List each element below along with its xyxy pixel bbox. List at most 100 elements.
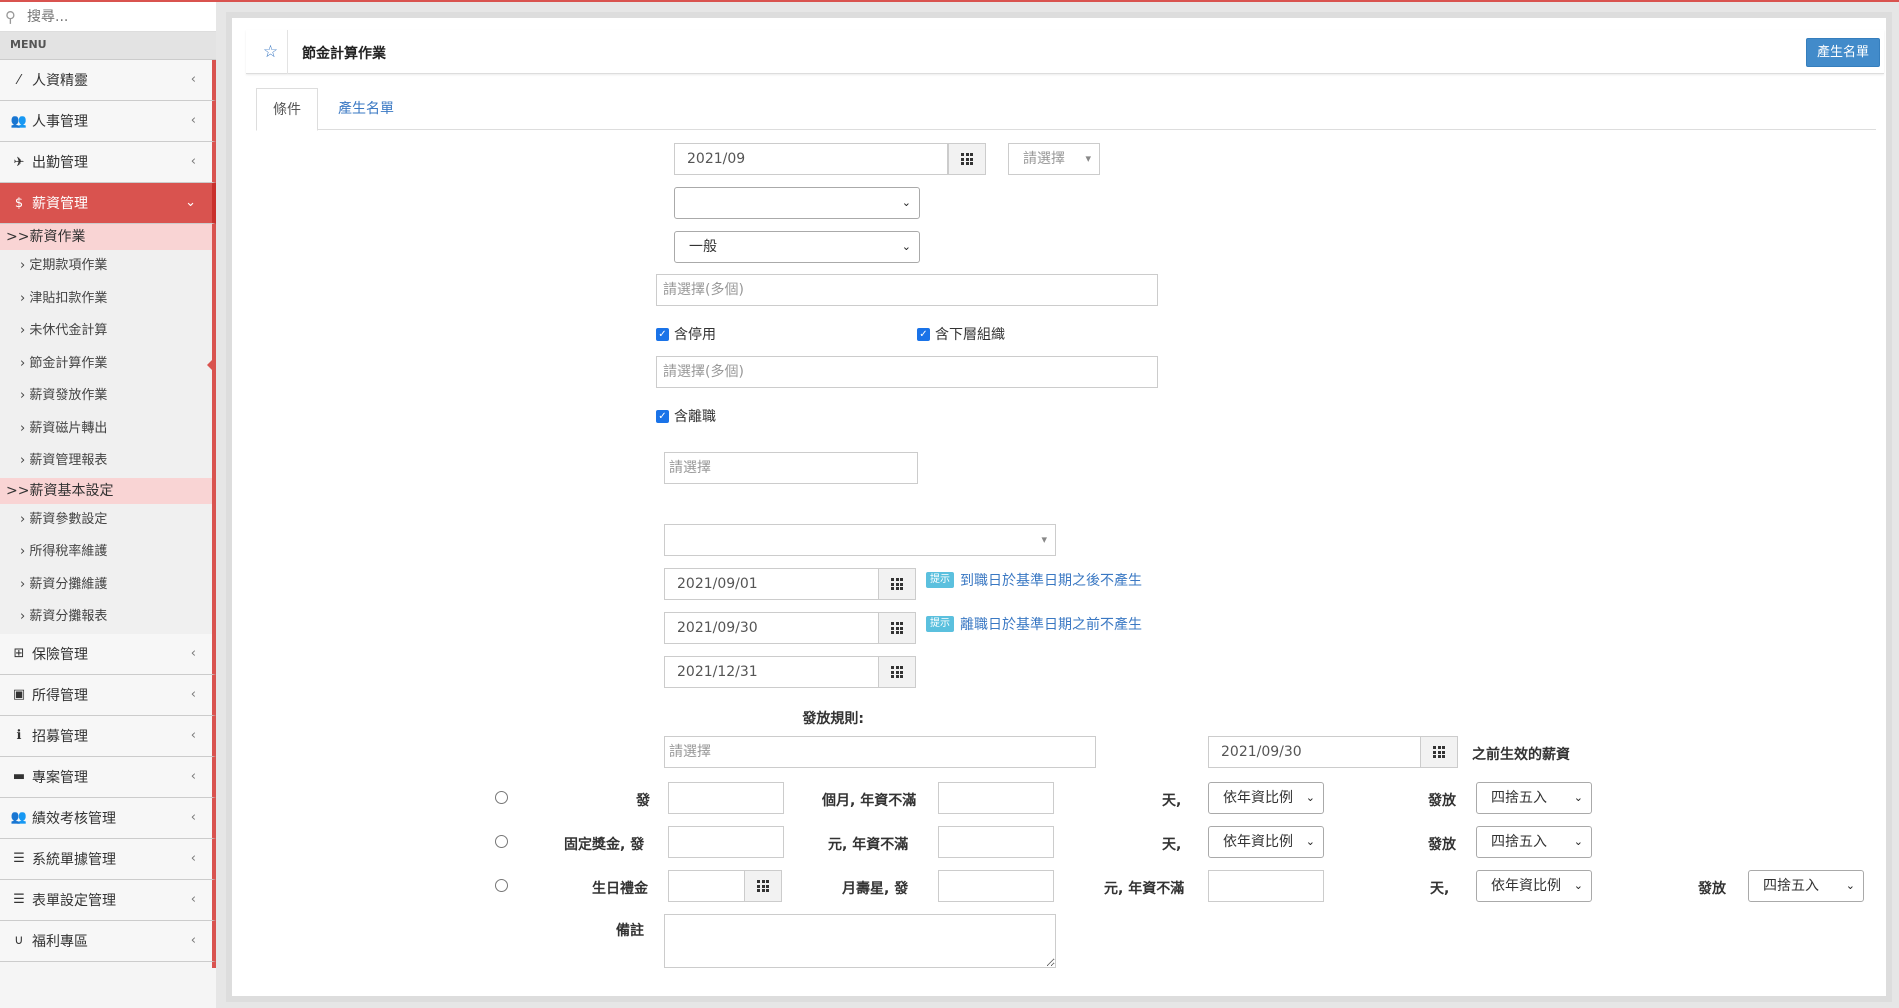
rule1-days-input[interactable] [938, 782, 1054, 814]
checkmark-icon: ✓ [656, 327, 669, 341]
sidebar-subitem[interactable]: › 薪資磁片轉出 [0, 412, 216, 445]
onboard-hint: 提示 到職日於基準日期之後不產生 [926, 570, 1142, 590]
sidebar-item-insurance[interactable]: ⊞ 保險管理 ‹ [0, 633, 216, 675]
rule1-months-input[interactable] [668, 782, 784, 814]
top-accent-line [0, 0, 1899, 2]
rule1-radio[interactable] [495, 791, 508, 804]
chevron-left-icon: ‹ [190, 809, 196, 825]
sidebar-subitem[interactable]: › 定期款項作業 [0, 250, 216, 283]
rule1-rounding-select[interactable]: 四捨五入 ⌄ [1476, 782, 1592, 814]
sidebar-item-label: 薪資管理 [32, 196, 88, 212]
generate-list-button[interactable]: 產生名單 [1805, 38, 1880, 67]
rule3-text-c: 元, 年資不滿 [1104, 881, 1185, 897]
info-icon: ℹ [16, 728, 22, 743]
rule2-radio[interactable] [495, 835, 508, 848]
attendance-group-select[interactable]: 一般 ⌄ [674, 231, 920, 263]
tab-bar: 條件 產生名單 [256, 88, 1876, 131]
rule2-days-input[interactable] [938, 826, 1054, 858]
calendar-icon[interactable] [878, 612, 916, 644]
rule2-amount-input[interactable] [668, 826, 784, 858]
sidebar-subitem[interactable]: › 薪資參數設定 [0, 503, 216, 536]
employee-no-input[interactable]: 請選擇(多個) [656, 356, 1158, 388]
chevron-down-icon: ⌄ [185, 195, 196, 210]
sidebar-subitem[interactable]: › 薪資分攤報表 [0, 601, 216, 634]
plane-icon: ✈ [13, 154, 25, 170]
sidebar-subitem[interactable]: › 薪資管理報表 [0, 445, 216, 478]
chevron-left-icon: ‹ [190, 72, 196, 87]
remark-label: 備註 [616, 923, 644, 939]
sidebar-subitem[interactable]: › 津貼扣款作業 [0, 282, 216, 315]
base-salary-date-input[interactable]: 2021/09/30 [1208, 736, 1422, 768]
include-disabled-checkbox[interactable]: ✓ 含停用 [656, 324, 716, 344]
sidebar-item-label: 人資精靈 [32, 73, 88, 89]
sidebar-item-label: 人事管理 [32, 114, 88, 130]
rule3-amount-input[interactable] [938, 870, 1054, 902]
calendar-icon[interactable] [744, 870, 782, 902]
rule2-text-a: 固定獎金, 發 [564, 837, 645, 853]
sidebar-end [0, 961, 216, 968]
pay-period-input[interactable]: 2021/09 [674, 143, 948, 175]
rule2-rounding-select[interactable]: 四捨五入 ⌄ [1476, 826, 1592, 858]
rule2-ratio-select[interactable]: 依年資比例 ⌄ [1208, 826, 1324, 858]
sidebar-item-welfare[interactable]: ∪ 福利專區 ‹ [0, 920, 216, 962]
calendar-icon[interactable] [1420, 736, 1458, 768]
rule1-ratio-select[interactable]: 依年資比例 ⌄ [1208, 782, 1324, 814]
rule3-text-e: 發放 [1698, 881, 1726, 897]
sidebar-subitem[interactable]: › 薪資發放作業 [0, 380, 216, 413]
sidebar-item-label: 表單設定管理 [32, 892, 116, 909]
sidebar-subitem[interactable]: › 所得稅率維護 [0, 536, 216, 569]
sidebar-item-payroll[interactable]: $ 薪資管理 ⌄ [0, 183, 216, 224]
pay-period-number-select[interactable]: 請選擇 ▾ [1008, 143, 1100, 175]
sidebar-item-hr-wizard[interactable]: ⁄ 人資精靈 ‹ [0, 60, 216, 101]
sidebar-item-personnel[interactable]: 👥 人事管理 ‹ [0, 101, 216, 142]
chevron-left-icon: ‹ [190, 154, 196, 169]
sidebar-item-system-documents[interactable]: ☰ 系統單據管理 ‹ [0, 838, 216, 880]
chevron-left-icon: ‹ [190, 891, 196, 907]
sidebar-item-income[interactable]: ▣ 所得管理 ‹ [0, 674, 216, 716]
seniority-date-input[interactable]: 2021/12/31 [664, 656, 880, 688]
rule3-radio[interactable] [495, 879, 508, 892]
sidebar-subitem[interactable]: › 薪資分攤維護 [0, 568, 216, 601]
star-icon[interactable]: ☆ [254, 30, 288, 74]
rule1-text-a: 發 [636, 793, 650, 809]
onboard-date-input[interactable]: 2021/09/01 [664, 568, 880, 600]
sidebar-item-label: 招募管理 [32, 728, 88, 745]
menu-header: MENU [0, 32, 216, 60]
list-icon: ☰ [13, 851, 25, 866]
base-salary-suffix: 之前生效的薪資 [1472, 747, 1570, 763]
pay-item-select[interactable]: ▾ [664, 524, 1056, 556]
include-resigned-checkbox[interactable]: ✓ 含離職 [656, 406, 716, 426]
search-input[interactable] [27, 8, 207, 25]
sidebar-item-label: 系統單據管理 [32, 851, 116, 868]
rule3-days-input[interactable] [1208, 870, 1324, 902]
chevron-left-icon: ‹ [190, 768, 196, 784]
tab-generate-list[interactable]: 產生名單 [322, 88, 410, 131]
sidebar-item-attendance[interactable]: ✈ 出勤管理 ‹ [0, 142, 216, 183]
sidebar-item-projects[interactable]: ▬ 專案管理 ‹ [0, 756, 216, 798]
rule3-ratio-select[interactable]: 依年資比例 ⌄ [1476, 870, 1592, 902]
chevron-left-icon: ‹ [190, 645, 196, 661]
remark-textarea[interactable] [664, 914, 1056, 968]
employee-type-input[interactable]: 請選擇 [664, 452, 918, 484]
sidebar-item-recruitment[interactable]: ℹ 招募管理 ‹ [0, 715, 216, 757]
sidebar-search: ⚲ [0, 2, 216, 32]
leave-date-input[interactable]: 2021/09/30 [664, 612, 880, 644]
include-sub-org-checkbox[interactable]: ✓ 含下層組織 [917, 324, 1005, 344]
rule3-month-input[interactable] [668, 870, 746, 902]
sidebar-subitem[interactable]: › 未休代金計算 [0, 315, 216, 348]
sidebar-item-form-settings[interactable]: ☰ 表單設定管理 ‹ [0, 879, 216, 921]
salary-group-select[interactable]: ⌄ [674, 187, 920, 219]
department-input[interactable]: 請選擇(多個) [656, 274, 1158, 306]
calendar-icon[interactable] [878, 568, 916, 600]
magnet-icon: ∪ [14, 933, 24, 948]
base-salary-input[interactable]: 請選擇 [664, 736, 1096, 768]
calendar-icon[interactable] [878, 656, 916, 688]
sidebar-item-performance[interactable]: 👥 績效考核管理 ‹ [0, 797, 216, 839]
sidebar-group-payroll-operations[interactable]: >>薪資作業 [0, 224, 216, 250]
calendar-icon[interactable] [948, 143, 986, 175]
sidebar-item-label: 所得管理 [32, 687, 88, 704]
sidebar-subitem-current[interactable]: › 節金計算作業 [0, 347, 216, 380]
rule3-rounding-select[interactable]: 四捨五入 ⌄ [1748, 870, 1864, 902]
tab-conditions[interactable]: 條件 [256, 88, 318, 131]
sidebar-group-payroll-settings[interactable]: >>薪資基本設定 [0, 477, 216, 504]
